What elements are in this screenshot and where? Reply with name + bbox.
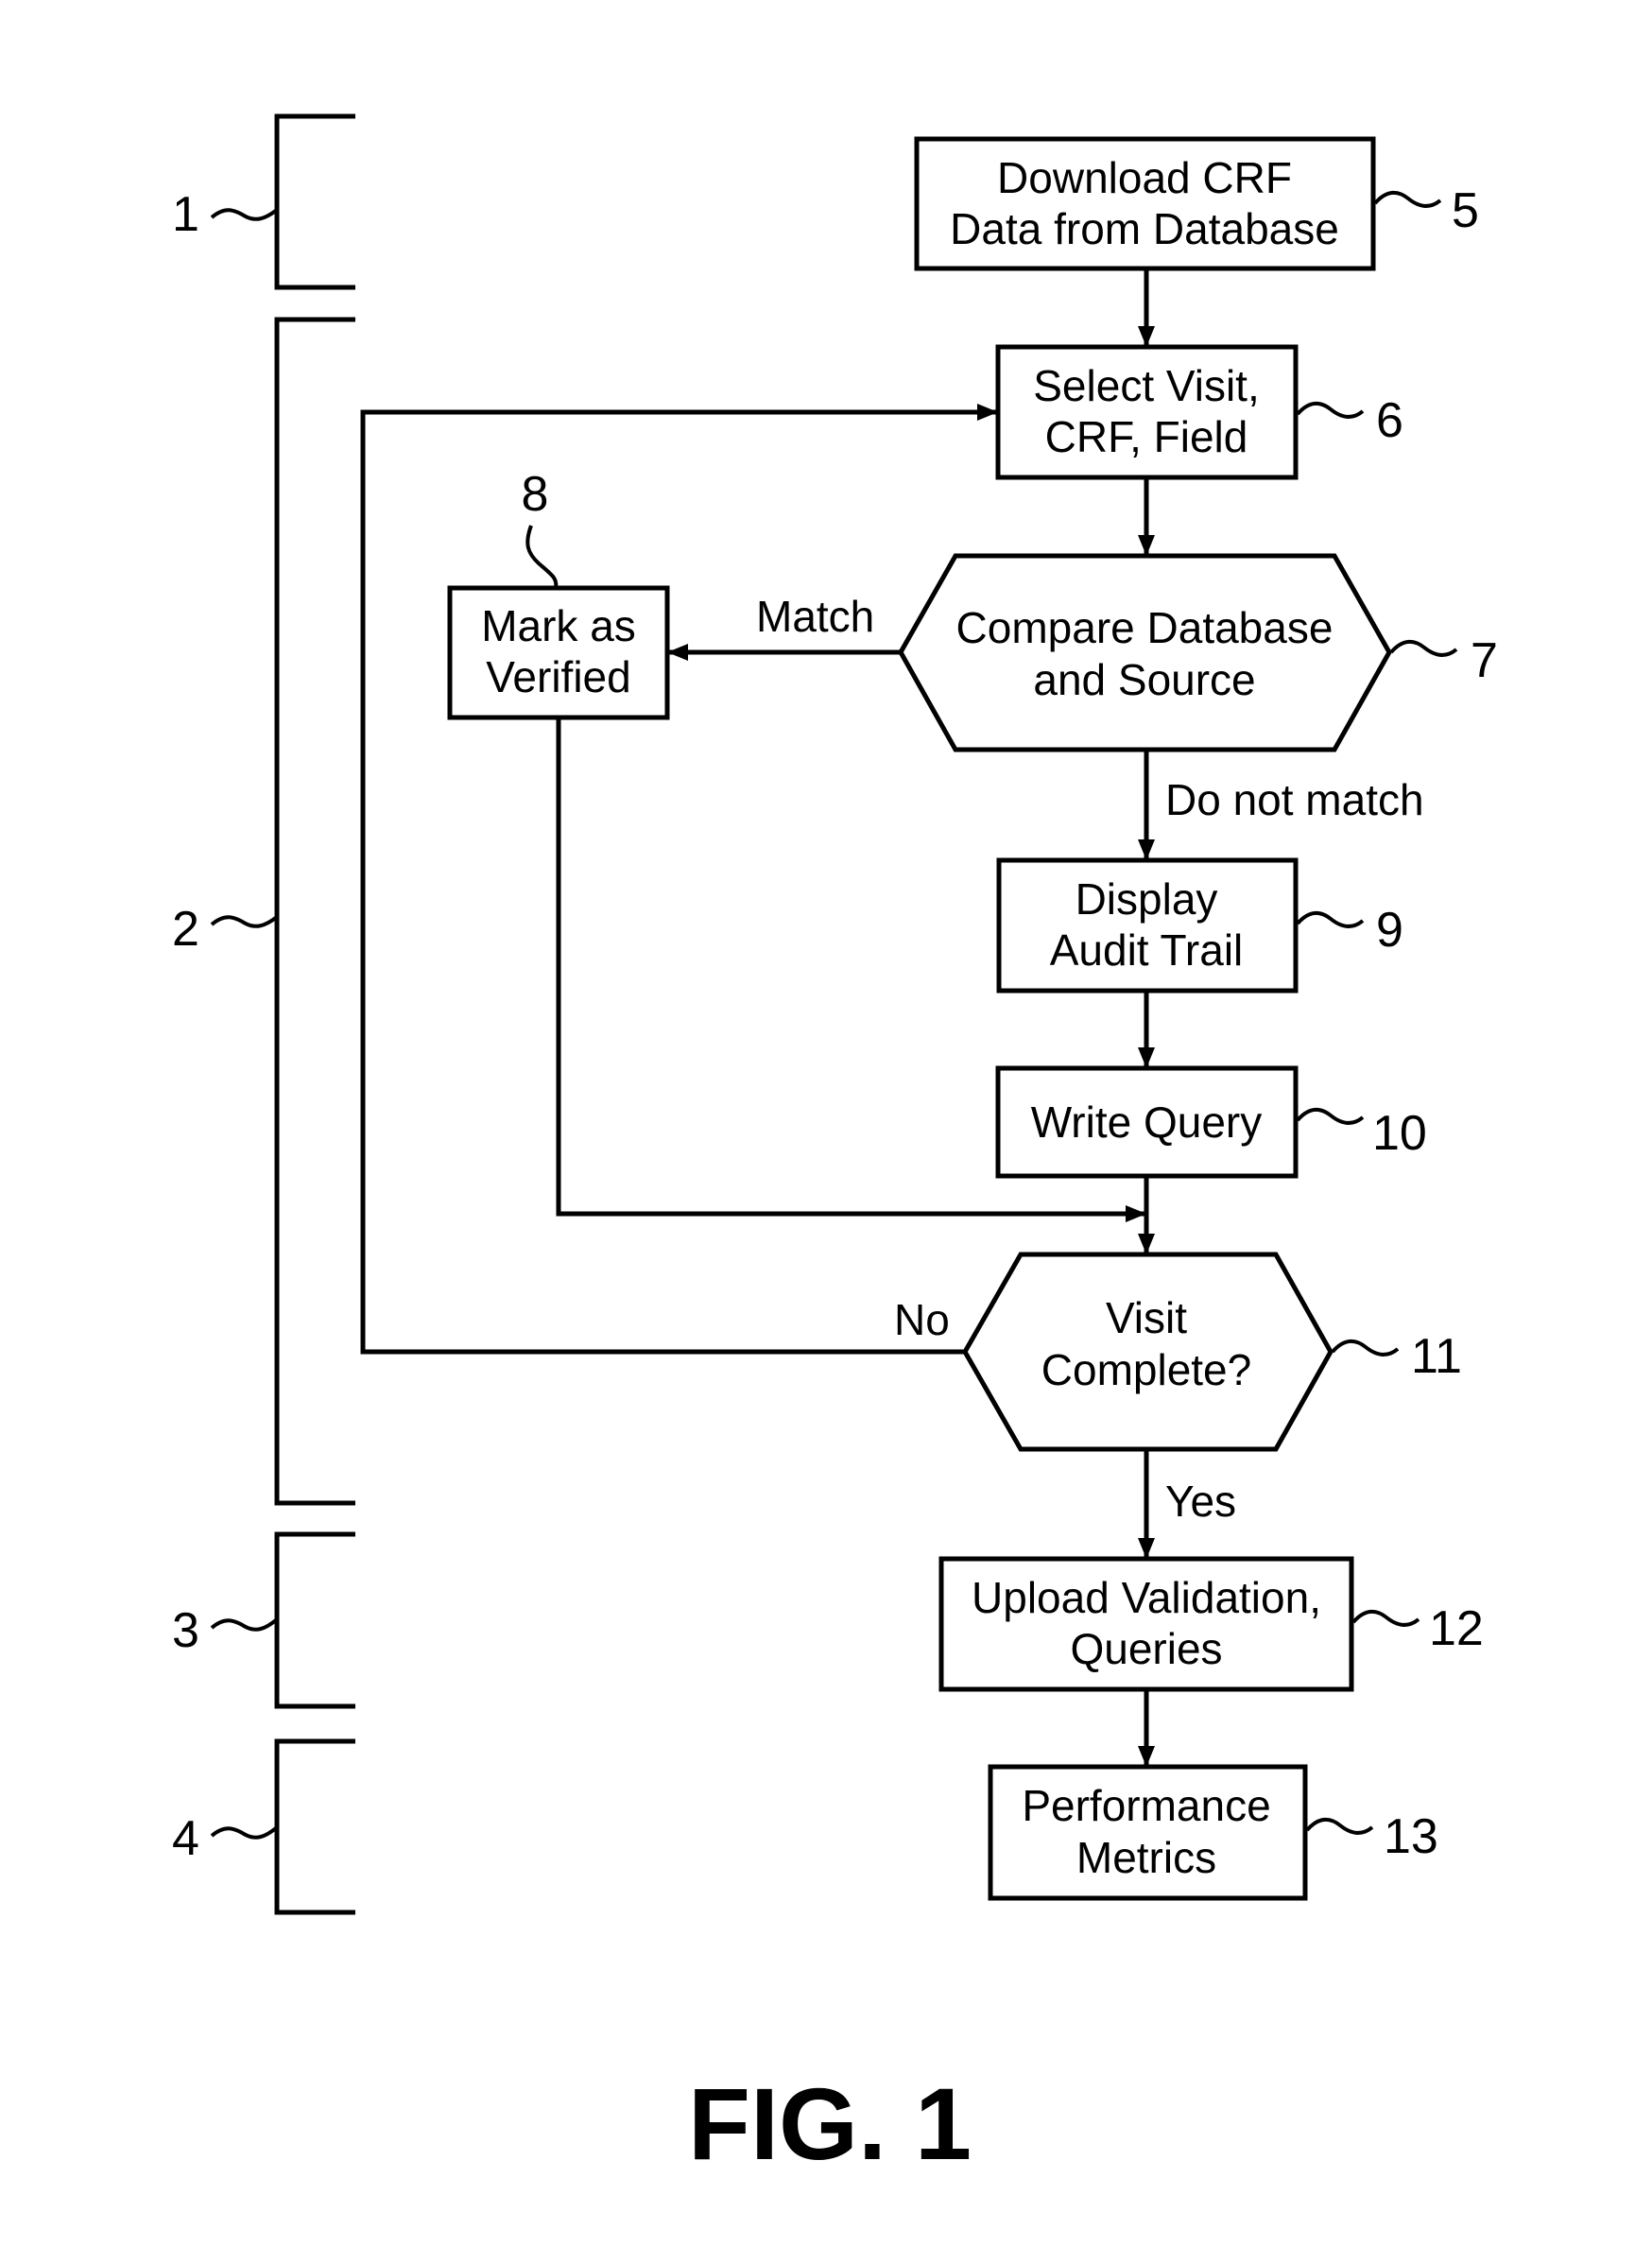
node-select-line-1: Select Visit, xyxy=(1033,361,1259,410)
phase-ref-1: 1 xyxy=(172,187,199,242)
edge-label-do-not-match: Do not match xyxy=(1165,775,1424,824)
node-upload-line-1: Upload Validation, xyxy=(972,1573,1321,1622)
phase-ref-2: 2 xyxy=(172,902,199,957)
node-verify-line-1: Mark as xyxy=(481,601,636,650)
node-mark-verified: Mark as Verified 8 xyxy=(447,467,670,720)
ref-label-6: 6 xyxy=(1376,393,1403,448)
node-select-line-2: CRF, Field xyxy=(1045,412,1248,461)
node-download-line-1: Download CRF xyxy=(997,153,1292,202)
ref-label-5: 5 xyxy=(1452,183,1479,238)
node-visit-complete-decision: Visit Complete? 11 xyxy=(962,1252,1462,1452)
ref-label-8: 8 xyxy=(522,467,549,522)
edge-label-no: No xyxy=(894,1295,950,1344)
node-display-audit-trail: Display Audit Trail 9 xyxy=(996,857,1403,994)
phase-bracket-2: 2 xyxy=(172,317,355,1506)
node-write-query: Write Query 10 xyxy=(995,1065,1427,1179)
node-audit-line-2: Audit Trail xyxy=(1050,925,1244,975)
ref-label-9: 9 xyxy=(1376,903,1403,958)
ref-label-7: 7 xyxy=(1471,633,1498,688)
phase-bracket-3: 3 xyxy=(172,1531,355,1709)
node-download-crf: Download CRF Data from Database 5 xyxy=(914,136,1479,271)
node-download-line-2: Data from Database xyxy=(950,204,1339,253)
edge-label-yes: Yes xyxy=(1165,1477,1236,1526)
node-upload-validation: Upload Validation, Queries 12 xyxy=(938,1556,1484,1692)
node-performance-metrics: Performance Metrics 13 xyxy=(988,1764,1438,1901)
node-audit-line-1: Display xyxy=(1076,874,1218,924)
phase-bracket-1: 1 xyxy=(172,113,355,290)
ref-label-10: 10 xyxy=(1372,1106,1427,1161)
figure-title: FIG. 1 xyxy=(688,2066,972,2181)
node-query-line-1: Write Query xyxy=(1031,1098,1263,1147)
node-verify-line-2: Verified xyxy=(486,652,630,701)
node-compare-line-1: Compare Database xyxy=(956,603,1334,652)
phase-ref-4: 4 xyxy=(172,1811,199,1866)
ref-label-13: 13 xyxy=(1384,1809,1438,1864)
node-compare-decision: Compare Database and Source 7 xyxy=(898,553,1498,752)
node-compare-line-2: and Source xyxy=(1033,655,1255,704)
node-complete-line-1: Visit xyxy=(1106,1293,1187,1342)
edge-complete-no-loop xyxy=(360,404,998,1355)
ref-label-11: 11 xyxy=(1411,1329,1462,1384)
node-select-visit: Select Visit, CRF, Field 6 xyxy=(995,344,1403,480)
phase-bracket-4: 4 xyxy=(172,1738,355,1915)
phase-ref-3: 3 xyxy=(172,1603,199,1658)
flowchart-diagram: 1 2 3 4 Match Do not match No Yes Downlo… xyxy=(172,113,1498,2181)
node-metrics-line-2: Metrics xyxy=(1076,1833,1216,1882)
node-upload-line-2: Queries xyxy=(1070,1624,1222,1673)
edge-label-match: Match xyxy=(756,592,874,641)
connectors xyxy=(360,270,1155,1767)
ref-label-12: 12 xyxy=(1429,1601,1484,1656)
node-complete-line-2: Complete? xyxy=(1041,1345,1251,1394)
node-metrics-line-1: Performance xyxy=(1022,1781,1270,1830)
